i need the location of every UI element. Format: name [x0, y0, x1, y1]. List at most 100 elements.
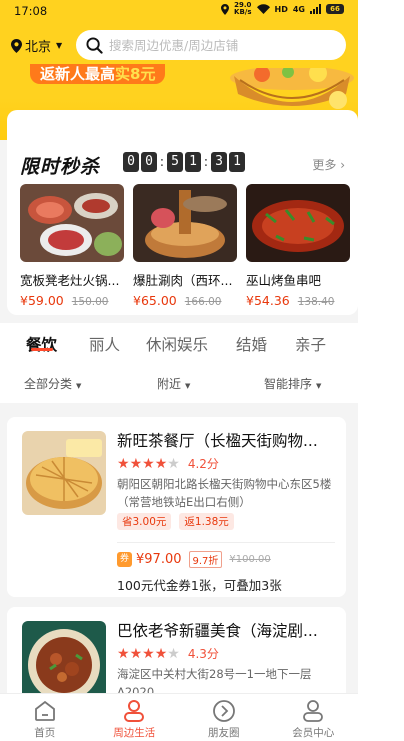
deal-price: ¥65.00: [133, 293, 177, 308]
triangle-down-icon: ▼: [316, 382, 322, 390]
countdown-digit: 5: [167, 152, 183, 172]
divider: [117, 542, 335, 543]
countdown-timer: 0 0 : 5 1 : 3 1: [123, 152, 245, 172]
more-link[interactable]: 更多 ›: [312, 156, 345, 173]
signal-type: 4G: [292, 4, 305, 14]
deal-original-price: 166.00: [184, 296, 222, 308]
nav-label: 会员中心: [292, 727, 335, 739]
shop-address: 朝阳区朝阳北路长楹天街购物中心东区5楼（常营地铁站E出口右侧）: [117, 477, 332, 509]
person-icon: [124, 700, 145, 722]
tab-catering[interactable]: 餐饮: [26, 333, 57, 355]
cashback-badge: 返1.38元: [179, 513, 234, 530]
star-icon: ★: [167, 455, 180, 472]
voucher-discount: 9.7折: [188, 551, 223, 568]
status-icons: 29.0 KB/s HD 4G 66: [221, 2, 344, 16]
map-pin-icon: [11, 38, 22, 53]
countdown-separator: :: [203, 154, 209, 170]
copper-pot-photo: [133, 184, 237, 262]
flash-sale-title: 限时秒杀: [20, 156, 101, 178]
fruit-basket-image: [230, 68, 354, 109]
app-screen: 17:08 29.0KB/s HD 4G 66 北京 ▼ 返新人最高实8元 限时…: [0, 0, 358, 741]
more-label: 更多: [312, 158, 337, 172]
location-status-icon: [221, 3, 230, 15]
countdown-digit: 0: [141, 152, 157, 172]
star-icon: ★: [154, 645, 168, 662]
deal-original-price: 138.40: [297, 296, 335, 308]
voucher-price: ¥97.00: [136, 552, 182, 567]
tab-family[interactable]: 亲子: [295, 333, 326, 355]
city-name: 北京: [25, 40, 52, 55]
countdown-digit: 0: [123, 152, 139, 172]
promo-text: 返新人最高: [40, 65, 116, 83]
promo-banner-text[interactable]: 返新人最高实8元: [30, 64, 166, 84]
tab-leisure[interactable]: 休闲娱乐: [146, 333, 208, 355]
deal-price: ¥54.36: [246, 293, 290, 308]
triangle-down-icon: ▼: [185, 382, 191, 390]
deal-item[interactable]: 宽板凳老灶火锅... ¥59.00 150.00: [20, 184, 124, 314]
filter-label: 附近: [157, 377, 182, 391]
voucher-icon: 券: [117, 552, 132, 567]
voucher-original-price: ¥100.00: [229, 554, 271, 565]
filter-distance[interactable]: 附近 ▼: [157, 375, 190, 392]
search-input[interactable]: [109, 37, 329, 53]
promo-highlight: 实8元: [115, 65, 156, 83]
status-time: 17:08: [14, 4, 48, 18]
shop-score: 4.3分: [187, 647, 219, 661]
deal-name: 爆肚涮肉（西环...: [133, 273, 233, 288]
nav-home[interactable]: 首页: [0, 694, 90, 741]
deal-name: 宽板凳老灶火锅...: [20, 273, 120, 288]
speed-unit: KB/s: [234, 8, 252, 16]
chevron-right-icon: ›: [340, 158, 345, 172]
deal-item[interactable]: 爆肚涮肉（西环... ¥65.00 166.00: [133, 184, 237, 314]
filter-category[interactable]: 全部分类 ▼: [24, 375, 81, 392]
city-selector[interactable]: 北京 ▼: [11, 36, 62, 55]
grilled-fish-photo: [246, 184, 350, 262]
flash-sale-card: 限时秒杀 0 0 : 5 1 : 3 1 更多 › 宽板凳老灶火锅... ¥59…: [7, 110, 358, 315]
shop-rating: ★ ★ ★ ★ ★ 4.3分: [117, 645, 219, 662]
shop-name: 新旺茶餐厅（长楹天街购物...: [117, 432, 318, 450]
tab-beauty[interactable]: 丽人: [89, 333, 120, 355]
category-tabs: 餐饮 丽人 休闲娱乐 结婚 亲子: [0, 323, 358, 363]
deal-item[interactable]: 巫山烤鱼串吧 ¥54.36 138.40: [246, 184, 350, 314]
nav-label: 首页: [34, 727, 56, 739]
shop-name: 巴依老爷新疆美食（海淀剧...: [117, 622, 318, 640]
nav-label: 朋友圈: [208, 727, 240, 739]
triangle-down-icon: ▼: [76, 382, 82, 390]
bottom-navigation: 首页 周边生活 朋友圈 会员中心: [0, 693, 358, 741]
shop-badges: 省3.00元 返1.38元: [117, 513, 234, 530]
nav-member-center[interactable]: 会员中心: [269, 694, 359, 741]
countdown-digit: 1: [229, 152, 245, 172]
saving-badge: 省3.00元: [117, 513, 172, 530]
filter-sort[interactable]: 智能排序 ▼: [264, 375, 321, 392]
shop-rating: ★ ★ ★ ★ ★ 4.2分: [117, 455, 219, 472]
countdown-digit: 3: [211, 152, 227, 172]
shop-score: 4.2分: [187, 457, 219, 471]
search-bar[interactable]: [76, 30, 346, 60]
deal-price: ¥59.00: [20, 293, 64, 308]
star-icon: ★: [129, 455, 143, 472]
hotpot-photo: [20, 184, 124, 262]
flash-sale-list: 宽板凳老灶火锅... ¥59.00 150.00 爆肚涮肉（西环... ¥65.0…: [20, 184, 358, 314]
tab-wedding[interactable]: 结婚: [236, 333, 267, 355]
circle-arrow-icon: [212, 700, 235, 722]
wifi-icon: [256, 4, 270, 14]
star-icon: ★: [117, 645, 130, 662]
nav-label: 周边生活: [113, 727, 156, 739]
status-bar: 17:08 29.0 KB/s HD 4G 66: [0, 0, 358, 22]
nav-moments[interactable]: 朋友圈: [179, 694, 269, 741]
star-icon: ★: [154, 455, 168, 472]
battery-icon: 66: [326, 4, 344, 14]
nav-nearby[interactable]: 周边生活: [90, 694, 180, 741]
user-icon: [303, 700, 324, 722]
star-icon: ★: [142, 455, 155, 472]
caret-down-icon: ▼: [56, 41, 63, 50]
star-icon: ★: [142, 645, 155, 662]
deal-original-price: 150.00: [71, 296, 109, 308]
filter-label: 全部分类: [24, 377, 73, 391]
voucher-row[interactable]: 券 ¥97.00 9.7折 ¥100.00: [117, 551, 271, 568]
star-icon: ★: [117, 455, 130, 472]
countdown-separator: :: [159, 154, 165, 170]
shop-card[interactable]: 新旺茶餐厅（长楹天街购物... ★ ★ ★ ★ ★ 4.2分 朝阳区朝阳北路长楹天街购物…: [7, 417, 346, 597]
home-icon: [34, 700, 55, 721]
filter-bar: 全部分类 ▼ 附近 ▼ 智能排序 ▼: [0, 363, 358, 403]
